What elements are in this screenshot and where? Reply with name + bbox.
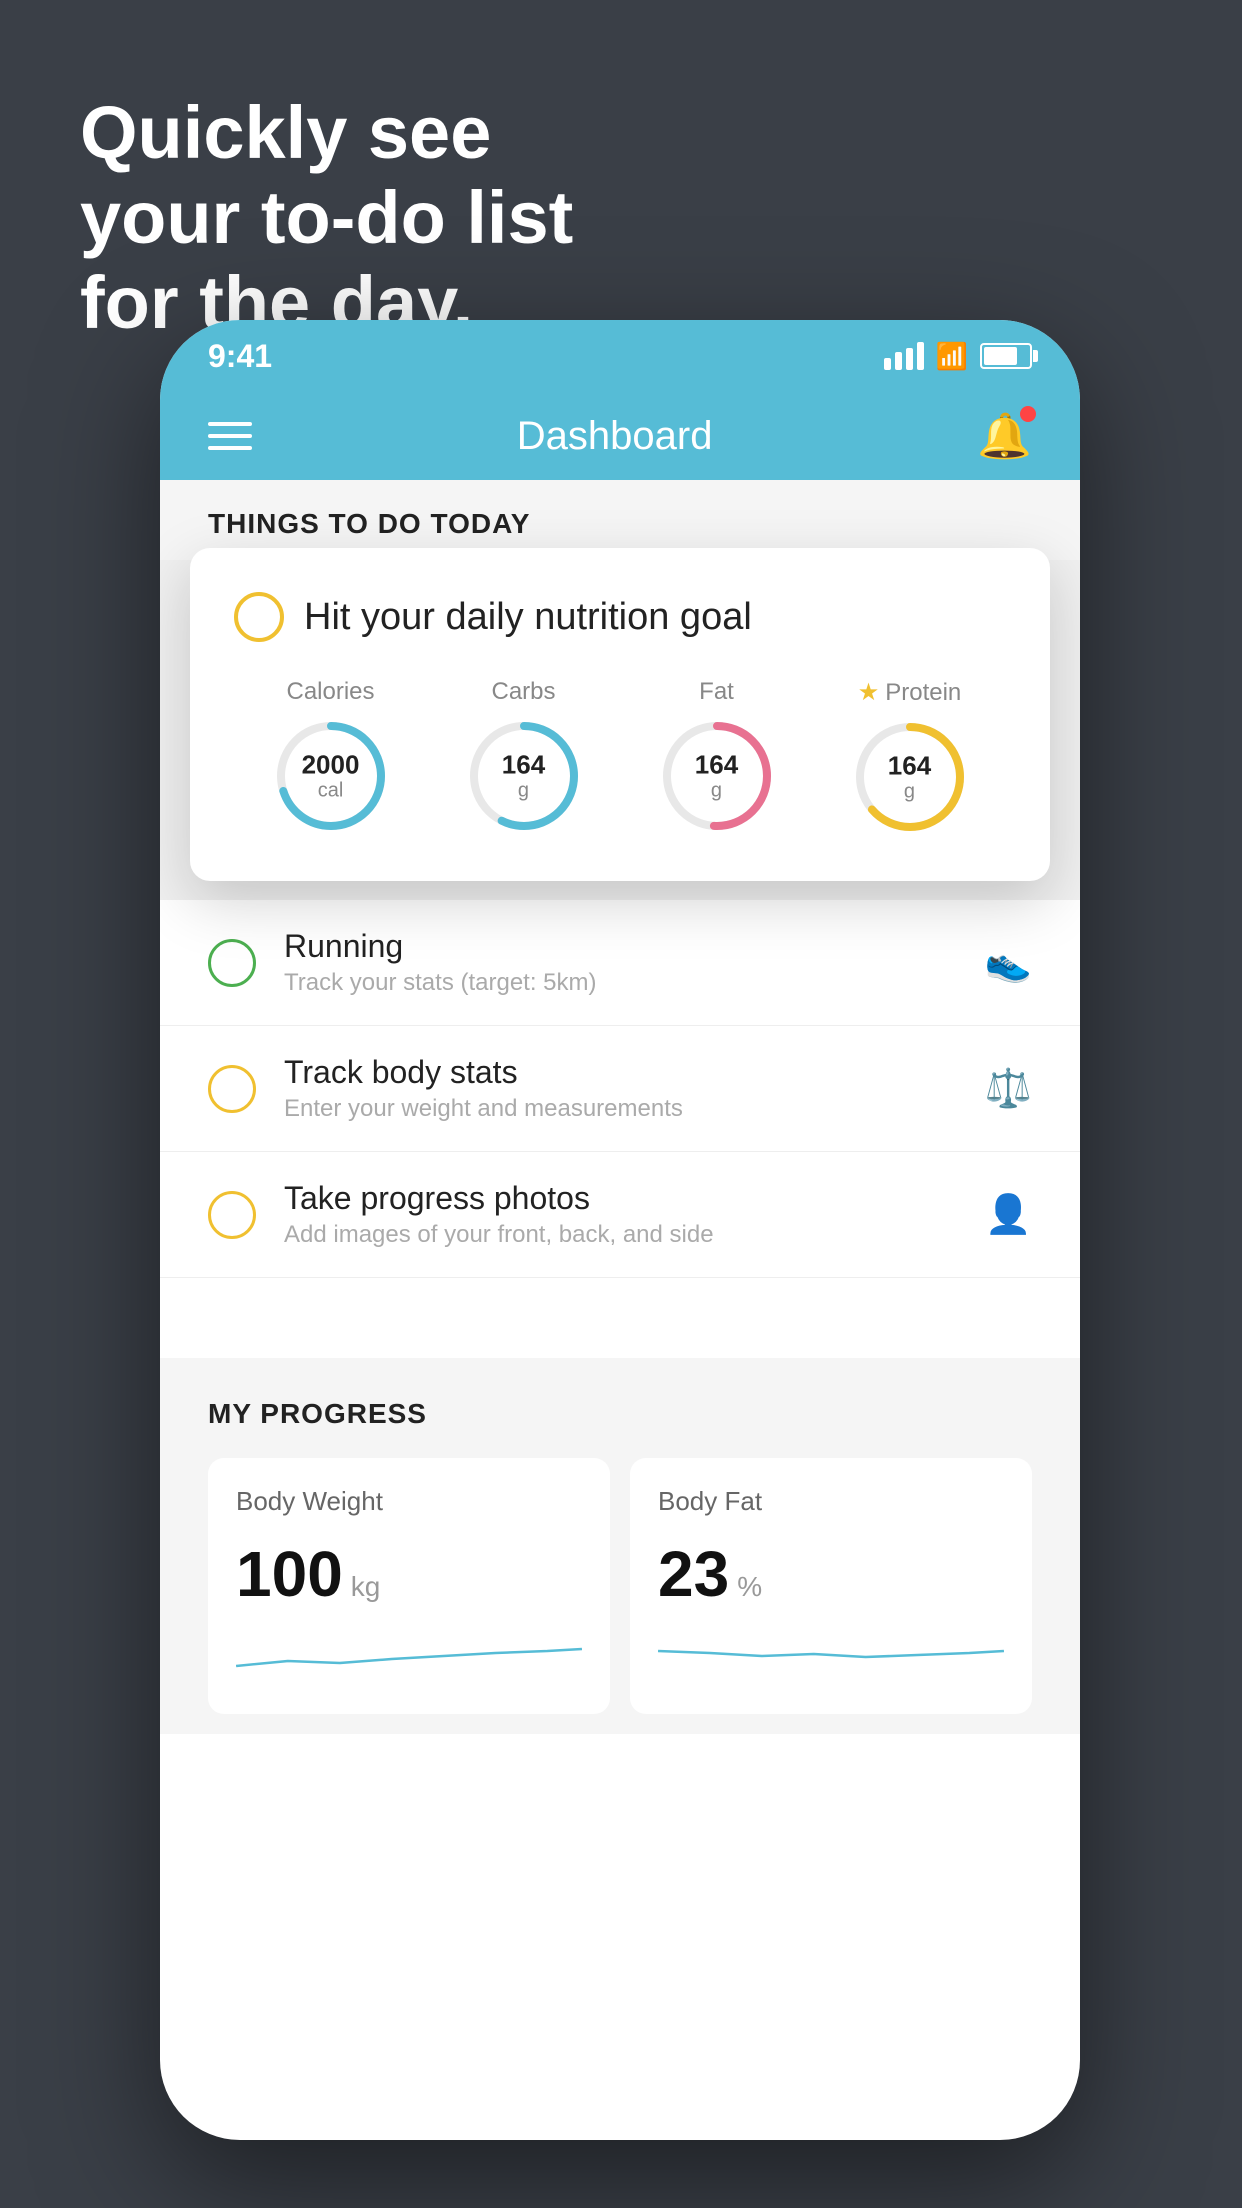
protein-circle: 164 g (850, 717, 970, 837)
notification-dot (1020, 406, 1036, 422)
body-weight-unit: kg (351, 1571, 381, 1603)
running-icon: 👟 (985, 941, 1032, 985)
todo-circle-body-stats (208, 1065, 256, 1113)
progress-title: MY PROGRESS (208, 1398, 1032, 1430)
fat-value: 164 (695, 751, 738, 780)
nav-title: Dashboard (517, 414, 713, 459)
body-weight-card[interactable]: Body Weight 100 kg (208, 1458, 610, 1714)
body-weight-value: 100 (236, 1537, 343, 1611)
macro-carbs: Carbs 164 g (464, 678, 584, 836)
todo-circle-photos (208, 1191, 256, 1239)
macro-calories: Calories 2000 cal (271, 678, 391, 836)
body-fat-title: Body Fat (658, 1486, 1004, 1517)
status-bar: 9:41 📶 (160, 320, 1080, 392)
body-fat-card[interactable]: Body Fat 23 % (630, 1458, 1032, 1714)
todo-name-photos: Take progress photos (284, 1180, 957, 1217)
carbs-circle: 164 g (464, 716, 584, 836)
calories-value: 2000 (302, 751, 360, 780)
signal-icon (884, 342, 924, 370)
todo-content-body-stats: Track body stats Enter your weight and m… (284, 1054, 957, 1123)
battery-icon (980, 343, 1032, 369)
todo-desc-running: Track your stats (target: 5km) (284, 969, 957, 997)
wifi-icon: 📶 (936, 341, 968, 372)
status-time: 9:41 (208, 338, 272, 375)
nav-bar: Dashboard 🔔 (160, 392, 1080, 480)
todo-desc-photos: Add images of your front, back, and side (284, 1221, 957, 1249)
macro-fat: Fat 164 g (657, 678, 777, 836)
todo-item-body-stats[interactable]: Track body stats Enter your weight and m… (160, 1026, 1080, 1152)
body-weight-chart (236, 1631, 582, 1681)
macro-protein: ★ Protein 164 g (850, 678, 970, 837)
body-fat-unit: % (737, 1571, 762, 1603)
carbs-label: Carbs (491, 678, 555, 706)
fat-circle: 164 g (657, 716, 777, 836)
body-fat-chart (658, 1631, 1004, 1681)
fat-unit: g (695, 779, 738, 801)
star-icon: ★ (858, 678, 880, 707)
headline: Quickly see your to-do list for the day. (80, 90, 573, 345)
todo-content-photos: Take progress photos Add images of your … (284, 1180, 957, 1249)
todo-name-body-stats: Track body stats (284, 1054, 957, 1091)
nutrition-radio[interactable] (234, 592, 284, 642)
nutrition-title: Hit your daily nutrition goal (304, 596, 752, 639)
todo-item-photos[interactable]: Take progress photos Add images of your … (160, 1152, 1080, 1278)
carbs-value: 164 (502, 751, 545, 780)
phone-mockup: 9:41 📶 Dashboard (160, 320, 1080, 2140)
progress-section: MY PROGRESS Body Weight 100 kg Body Fat (160, 1358, 1080, 1734)
body-fat-value-row: 23 % (658, 1537, 1004, 1611)
protein-value: 164 (888, 752, 931, 781)
carbs-unit: g (502, 779, 545, 801)
calories-circle: 2000 cal (271, 716, 391, 836)
body-weight-value-row: 100 kg (236, 1537, 582, 1611)
calories-unit: cal (302, 779, 360, 801)
nutrition-card: Hit your daily nutrition goal Calories 2… (190, 548, 1050, 881)
todo-name-running: Running (284, 928, 957, 965)
protein-unit: g (888, 780, 931, 802)
bell-button[interactable]: 🔔 (977, 410, 1032, 462)
hamburger-menu[interactable] (208, 422, 252, 450)
macros-row: Calories 2000 cal Carbs (234, 678, 1006, 837)
photo-icon: 👤 (985, 1193, 1032, 1237)
scale-icon: ⚖️ (985, 1067, 1032, 1111)
calories-label: Calories (286, 678, 374, 706)
card-header: Hit your daily nutrition goal (234, 592, 1006, 642)
body-weight-title: Body Weight (236, 1486, 582, 1517)
todo-desc-body-stats: Enter your weight and measurements (284, 1095, 957, 1123)
progress-cards: Body Weight 100 kg Body Fat 23 % (208, 1458, 1032, 1714)
body-fat-value: 23 (658, 1537, 729, 1611)
status-icons: 📶 (884, 341, 1032, 372)
things-section-title: THINGS TO DO TODAY (208, 508, 530, 539)
todo-item-running[interactable]: Running Track your stats (target: 5km) 👟 (160, 900, 1080, 1026)
todo-circle-running (208, 939, 256, 987)
protein-label: ★ Protein (858, 678, 962, 707)
fat-label: Fat (699, 678, 734, 706)
todo-content-running: Running Track your stats (target: 5km) (284, 928, 957, 997)
